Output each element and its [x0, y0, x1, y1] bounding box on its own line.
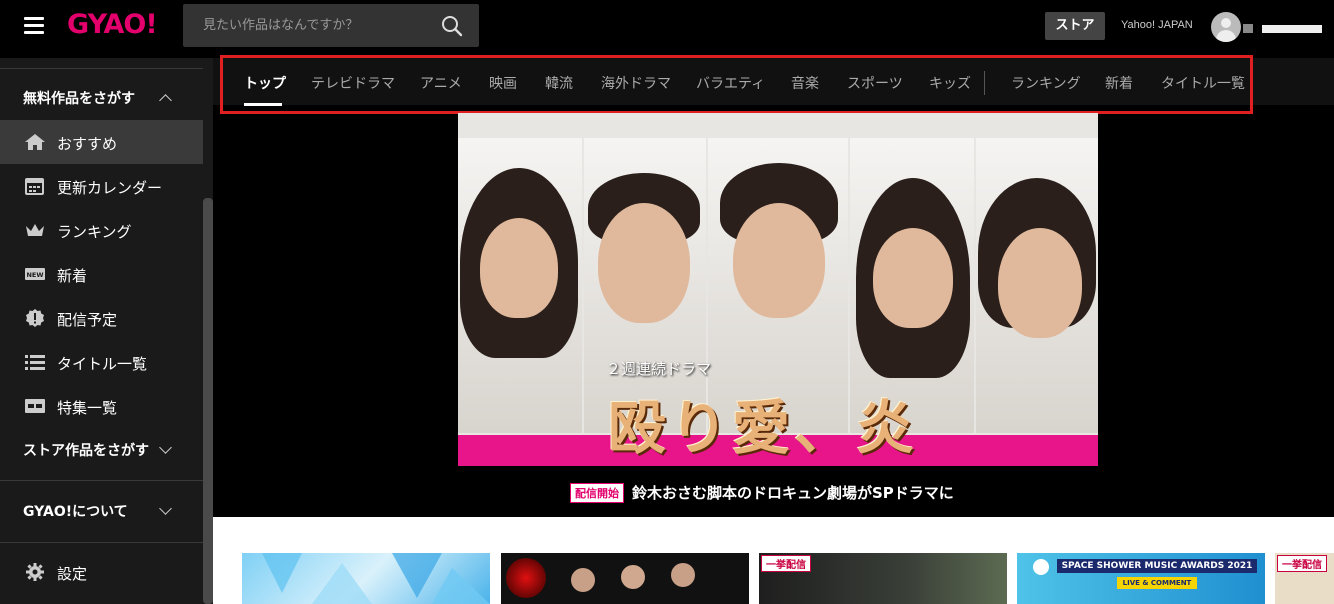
tab-movie[interactable]: 映画	[489, 73, 517, 93]
sidebar-item-label: 更新カレンダー	[57, 179, 163, 197]
thumbnail-banner: SPACE SHOWER MUSIC AWARDS 2021	[1057, 559, 1257, 573]
sidebar-item-upcoming[interactable]: 配信予定	[0, 296, 203, 340]
user-avatar-icon[interactable]	[1211, 12, 1241, 42]
thumbnail-card[interactable]: SPACE SHOWER MUSIC AWARDS 2021 LIVE & CO…	[1017, 553, 1265, 604]
calendar-icon	[25, 178, 44, 195]
store-button[interactable]: ストア	[1045, 12, 1105, 40]
chevron-down-icon[interactable]	[159, 441, 172, 454]
hero-caption[interactable]: 配信開始 鈴木おさむ脚本のドロキュン劇場がSPドラマに	[570, 482, 954, 504]
sidebar-item-label: 設定	[57, 565, 88, 583]
divider	[0, 542, 203, 543]
about-section-header[interactable]: GYAO!について	[23, 501, 128, 521]
divider	[0, 68, 203, 69]
sidebar-scrollbar[interactable]	[203, 198, 213, 604]
search-box[interactable]	[183, 4, 479, 47]
cast-face	[733, 203, 825, 318]
home-icon	[25, 134, 45, 150]
sidebar-item-label: タイトル一覧	[57, 355, 148, 373]
tab-tv-drama[interactable]: テレビドラマ	[311, 73, 395, 93]
sidebar: 無料作品をさがす おすすめ 更新カレンダー ランキング NEW 新着 配信予定 …	[0, 58, 213, 604]
thumbnail-card[interactable]: 一挙配信	[1275, 553, 1334, 604]
cast-face	[480, 218, 558, 318]
category-tab-bar: トップ テレビドラマ アニメ 映画 韓流 海外ドラマ バラエティ 音楽 スポーツ…	[213, 58, 1334, 105]
tab-music[interactable]: 音楽	[791, 73, 819, 93]
feature-icon	[25, 399, 45, 413]
divider	[0, 480, 203, 481]
store-section-header[interactable]: ストア作品をさがす	[23, 440, 149, 460]
thumbnail-tag: 一挙配信	[761, 555, 811, 572]
sidebar-item-label: おすすめ	[57, 135, 118, 153]
thumbnail-artwork	[571, 568, 595, 592]
sidebar-item-ranking[interactable]: ランキング	[0, 208, 203, 252]
thumbnail-card[interactable]: 一挙配信	[759, 553, 1007, 604]
thumbnail-subbanner: LIVE & COMMENT	[1117, 577, 1197, 589]
thumbnail-tag: 一挙配信	[1277, 555, 1327, 572]
thumbnail-artwork	[621, 565, 645, 589]
tab-anime[interactable]: アニメ	[420, 73, 462, 93]
header: GYAO! ストア Yahoo! JAPAN	[0, 0, 1334, 58]
cast-face	[598, 203, 690, 323]
thumbnail-card[interactable]	[501, 553, 749, 604]
sidebar-item-recommended[interactable]: おすすめ	[0, 120, 203, 164]
gear-icon	[26, 563, 44, 581]
search-input[interactable]	[183, 4, 433, 47]
gyao-logo[interactable]: GYAO!	[67, 9, 158, 40]
tab-ranking[interactable]: ランキング	[1011, 73, 1081, 93]
award-logo-icon	[1033, 559, 1049, 575]
active-tab-indicator	[244, 103, 282, 106]
hero-title: 殴り愛、炎	[608, 394, 919, 462]
free-section-header[interactable]: 無料作品をさがす	[23, 88, 135, 108]
yahoo-japan-link[interactable]: Yahoo! JAPAN	[1121, 19, 1193, 31]
cast-face	[873, 228, 953, 328]
alert-badge-icon	[26, 309, 44, 327]
thumbnail-artwork	[506, 558, 546, 598]
tab-kids[interactable]: キッズ	[929, 73, 971, 93]
sidebar-item-features[interactable]: 特集一覧	[0, 384, 203, 428]
tab-title-list[interactable]: タイトル一覧	[1161, 73, 1245, 93]
thumbnail-artwork	[671, 563, 695, 587]
tab-sports[interactable]: スポーツ	[847, 73, 903, 93]
tab-variety[interactable]: バラエティ	[696, 73, 765, 93]
sidebar-item-label: 新着	[57, 267, 88, 285]
status-badge: 配信開始	[570, 482, 624, 503]
sidebar-item-calendar[interactable]: 更新カレンダー	[0, 164, 203, 208]
tab-new[interactable]: 新着	[1105, 73, 1133, 93]
hamburger-menu-icon[interactable]	[24, 17, 44, 35]
new-icon: NEW	[25, 268, 45, 280]
sidebar-item-label: ランキング	[57, 223, 132, 241]
tab-korean[interactable]: 韓流	[545, 73, 573, 93]
user-name-redacted[interactable]	[1243, 24, 1325, 33]
sidebar-item-label: 特集一覧	[57, 399, 118, 417]
tab-overseas-drama[interactable]: 海外ドラマ	[601, 73, 671, 93]
tab-separator	[984, 71, 985, 95]
list-icon	[25, 355, 45, 370]
hero-caption-text: 鈴木おさむ脚本のドロキュン劇場がSPドラマに	[632, 484, 954, 502]
crown-icon	[26, 224, 44, 236]
cast-face	[998, 228, 1082, 338]
thumbnail-card[interactable]	[242, 553, 490, 604]
sidebar-item-settings[interactable]: 設定	[0, 550, 203, 594]
sidebar-item-title-list[interactable]: タイトル一覧	[0, 340, 203, 384]
sidebar-item-label: 配信予定	[57, 311, 118, 329]
svg-text:NEW: NEW	[26, 271, 43, 279]
thumbnail-artwork	[262, 553, 490, 604]
search-icon[interactable]	[441, 15, 463, 37]
chevron-down-icon[interactable]	[159, 502, 172, 515]
chevron-up-icon[interactable]	[159, 94, 172, 107]
sidebar-item-new[interactable]: NEW 新着	[0, 252, 203, 296]
tab-top[interactable]: トップ	[244, 73, 286, 93]
hero-subtitle: ２週連続ドラマ	[606, 360, 712, 378]
hero-banner[interactable]: ２週連続ドラマ 殴り愛、炎	[458, 113, 1098, 466]
